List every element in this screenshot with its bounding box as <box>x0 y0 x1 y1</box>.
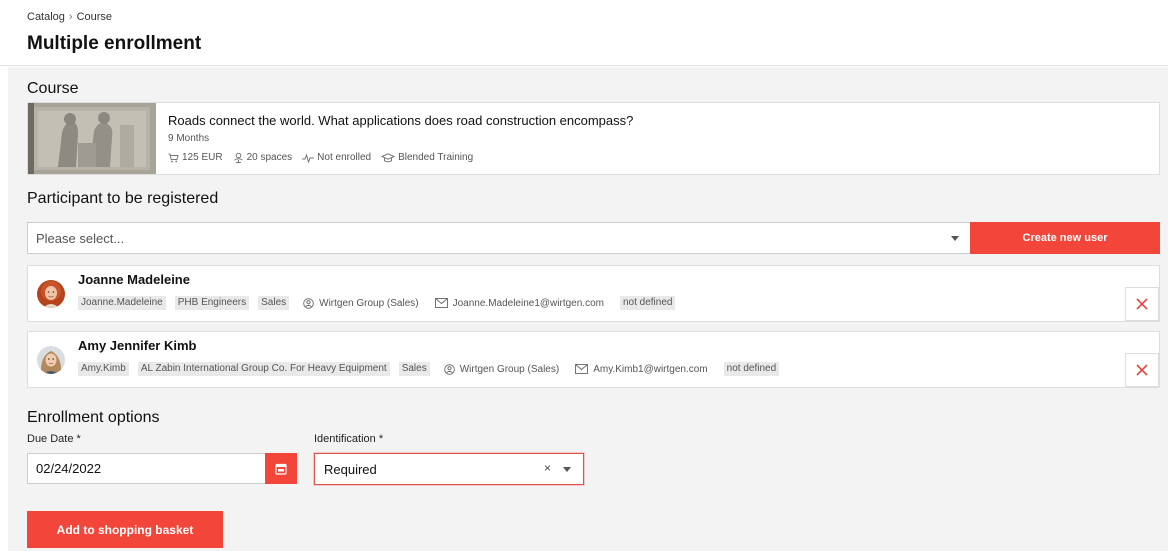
due-date-label: Due Date * <box>27 433 81 445</box>
cart-icon <box>168 153 179 162</box>
activity-icon <box>302 152 315 163</box>
participant-details: Amy.Kimb AL Zabin International Group Co… <box>78 362 788 376</box>
mail-icon <box>575 364 589 374</box>
course-meta: 125 EUR 20 spaces Not enrolled Blended T… <box>168 152 483 163</box>
add-to-basket-button[interactable]: Add to shopping basket <box>27 511 223 548</box>
course-title[interactable]: Roads connect the world. What applicatio… <box>168 113 633 128</box>
chevron-down-icon[interactable] <box>951 236 959 241</box>
main-content: Course Roads connect the world. What app… <box>8 67 1168 551</box>
breadcrumb-separator: › <box>68 11 73 23</box>
course-card[interactable]: Roads connect the world. What applicatio… <box>27 102 1160 175</box>
clear-icon[interactable]: × <box>544 461 551 475</box>
participant-select-placeholder: Please select... <box>36 231 125 246</box>
close-icon <box>1136 364 1148 376</box>
participant-extra: not defined <box>723 362 780 376</box>
page-title: Multiple enrollment <box>27 33 202 54</box>
participant-group: Wirtgen Group (Sales) <box>443 363 560 375</box>
participant-company: AL Zabin International Group Co. For Hea… <box>137 362 390 376</box>
participant-name: Joanne Madeleine <box>78 272 190 287</box>
participant-group: Wirtgen Group (Sales) <box>303 297 419 309</box>
remove-participant-button[interactable] <box>1125 287 1159 321</box>
avatar <box>37 280 65 308</box>
create-new-user-button[interactable]: Create new user <box>970 222 1160 254</box>
user-circle-icon <box>303 297 314 309</box>
remove-participant-button[interactable] <box>1125 353 1159 387</box>
chevron-down-icon[interactable] <box>563 467 571 472</box>
user-circle-icon <box>443 363 455 375</box>
participant-department: Sales <box>258 296 290 310</box>
breadcrumb: Catalog › Course <box>27 11 112 23</box>
participant-card: Amy Jennifer Kimb Amy.Kimb AL Zabin Inte… <box>27 331 1160 388</box>
breadcrumb-catalog-link[interactable]: Catalog <box>27 11 65 23</box>
graduation-cap-icon <box>381 152 396 162</box>
course-spaces-value: 20 spaces <box>246 152 293 163</box>
course-status-value: Not enrolled <box>317 152 372 163</box>
breadcrumb-current: Course <box>76 11 113 23</box>
course-status: Not enrolled <box>302 152 371 163</box>
participant-email: Amy.Kimb1@wirtgen.com <box>575 363 708 375</box>
course-price-value: 125 EUR <box>182 152 223 163</box>
close-icon <box>1136 298 1148 310</box>
participant-group-value: Wirtgen Group (Sales) <box>459 363 560 375</box>
participant-username: Amy.Kimb <box>78 362 129 376</box>
page-header: Catalog › Course Multiple enrollment <box>0 0 1168 66</box>
participant-select[interactable]: Please select... <box>27 222 971 254</box>
course-type: Blended Training <box>381 152 473 163</box>
identification-select[interactable]: Required × <box>314 453 584 485</box>
course-spaces: 20 spaces <box>233 152 293 163</box>
mail-icon <box>434 298 448 308</box>
course-type-value: Blended Training <box>398 152 474 163</box>
course-duration: 9 Months <box>168 133 210 144</box>
identification-label: Identification * <box>314 433 384 445</box>
course-section-title: Course <box>27 80 79 97</box>
participant-group-value: Wirtgen Group (Sales) <box>319 297 419 309</box>
participant-email-value: Joanne.Madeleine1@wirtgen.com <box>452 297 604 309</box>
avatar <box>37 346 65 374</box>
participant-name: Amy Jennifer Kimb <box>78 338 197 353</box>
participant-extra: not defined <box>619 296 676 310</box>
participant-department: Sales <box>398 362 430 376</box>
participant-email-value: Amy.Kimb1@wirtgen.com <box>593 363 708 375</box>
participant-company: PHB Engineers <box>174 296 250 310</box>
due-date-input[interactable]: 02/24/2022 <box>27 453 265 484</box>
identification-value: Required <box>324 462 377 477</box>
course-thumbnail <box>28 103 156 174</box>
participants-section-title: Participant to be registered <box>27 190 219 207</box>
participant-email: Joanne.Madeleine1@wirtgen.com <box>434 297 604 309</box>
calendar-icon <box>275 463 287 475</box>
participant-card: Joanne Madeleine Joanne.Madeleine PHB En… <box>27 265 1160 322</box>
course-price: 125 EUR <box>168 152 223 163</box>
participant-username: Joanne.Madeleine <box>78 296 166 310</box>
seat-icon <box>233 152 243 163</box>
participant-details: Joanne.Madeleine PHB Engineers Sales Wir… <box>78 296 684 310</box>
enrollment-section-title: Enrollment options <box>27 409 160 426</box>
date-picker-button[interactable] <box>265 453 297 484</box>
